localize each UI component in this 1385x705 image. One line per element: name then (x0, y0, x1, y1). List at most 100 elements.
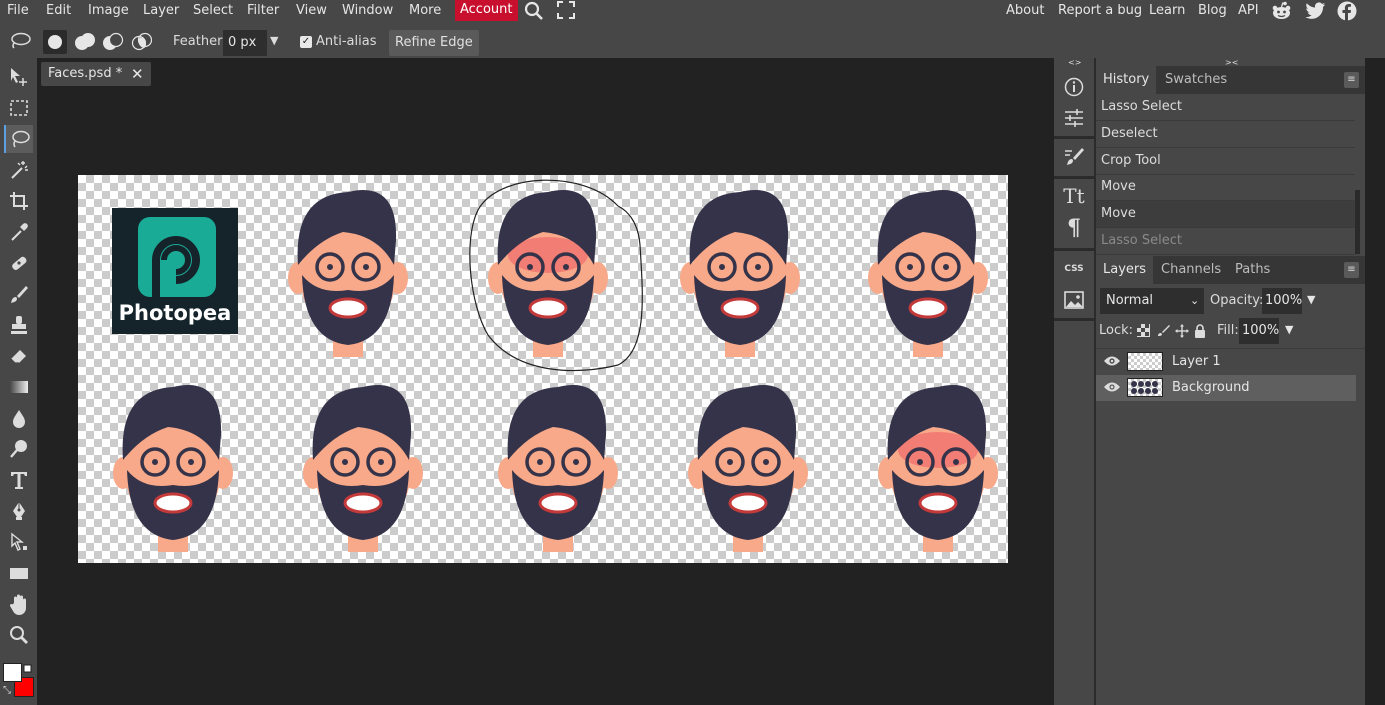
foreground-color-swatch[interactable] (3, 663, 22, 682)
twitter-icon[interactable] (1305, 2, 1326, 24)
tab-history[interactable]: History (1096, 66, 1157, 94)
history-menu-icon[interactable]: ≡ (1344, 72, 1359, 88)
menu-filter[interactable]: Filter (247, 2, 279, 19)
css-icon[interactable]: CSS (1063, 258, 1085, 280)
healing-brush-icon[interactable] (4, 249, 33, 277)
fullscreen-icon[interactable] (557, 1, 575, 23)
history-scrollbar[interactable] (1355, 190, 1360, 254)
blend-mode-select[interactable]: Normal (1100, 288, 1204, 314)
menu-more[interactable]: More (409, 2, 441, 19)
antialias-label[interactable]: Anti-alias (316, 34, 376, 49)
feather-dropdown-icon[interactable]: ▼ (270, 34, 278, 47)
tab-channels[interactable]: Channels (1154, 256, 1228, 284)
gradient-icon[interactable] (4, 373, 33, 401)
blur-icon[interactable] (4, 404, 33, 432)
history-item-label: Deselect (1101, 126, 1158, 141)
workspace-edge (1365, 58, 1385, 705)
menu-layer[interactable]: Layer (143, 2, 179, 19)
swap-colors-icon[interactable] (21, 664, 32, 674)
menu-bar: File Edit Image Layer Select Filter View… (0, 0, 1385, 22)
history-item[interactable]: Deselect (1096, 121, 1355, 148)
layers-tabs: Layers Channels Paths ≡ (1096, 256, 1365, 284)
tab-layers[interactable]: Layers (1096, 256, 1154, 284)
lock-label: Lock: (1099, 323, 1134, 338)
menu-select[interactable]: Select (193, 2, 233, 19)
history-item[interactable]: Move (1096, 174, 1355, 201)
subtract-selection-icon[interactable] (101, 32, 125, 56)
pen-tool-icon[interactable] (4, 497, 33, 525)
antialias-checkbox[interactable]: ✓ (300, 36, 312, 48)
add-selection-icon[interactable] (73, 32, 97, 56)
lock-all-icon[interactable] (1194, 324, 1206, 342)
menu-window[interactable]: Window (342, 2, 393, 19)
clone-stamp-icon[interactable] (4, 311, 33, 339)
brush-settings-icon[interactable] (1063, 146, 1085, 168)
blog-link[interactable]: Blog (1198, 2, 1227, 19)
history-item-future[interactable]: Lasso Select (1096, 228, 1355, 255)
eye-icon[interactable] (1103, 381, 1121, 397)
layers-menu-icon[interactable]: ≡ (1344, 262, 1359, 278)
history-item-label: Move (1101, 206, 1136, 221)
character-icon[interactable]: Tt (1063, 184, 1085, 208)
path-select-icon[interactable] (4, 528, 33, 556)
dodge-icon[interactable] (4, 435, 33, 463)
type-tool-icon[interactable] (4, 466, 33, 494)
brush-icon[interactable] (4, 280, 33, 308)
fill-input[interactable]: 100% (1239, 318, 1279, 344)
api-link[interactable]: API (1238, 2, 1259, 19)
options-bar: Feather: 0 px ▼ ✓ Anti-alias Refine Edge (0, 22, 1385, 58)
face-illustration (498, 385, 618, 552)
move-tool-icon[interactable] (4, 63, 33, 91)
feather-input[interactable]: 0 px (223, 30, 267, 56)
lock-pixels-icon[interactable] (1157, 324, 1170, 341)
menu-edit[interactable]: Edit (46, 2, 71, 19)
chevron-down-icon[interactable]: ⌄ (1190, 294, 1199, 307)
history-item[interactable]: Crop Tool (1096, 148, 1355, 175)
menu-image[interactable]: Image (88, 2, 129, 19)
about-link[interactable]: About (1006, 2, 1044, 19)
feather-label: Feather: (173, 34, 227, 49)
tab-paths[interactable]: Paths (1228, 256, 1277, 284)
history-item-selected[interactable]: Move (1096, 201, 1355, 228)
zoom-tool-icon[interactable] (4, 621, 33, 649)
eyedropper-icon[interactable] (4, 218, 33, 246)
fill-dropdown-icon[interactable]: ▼ (1285, 323, 1293, 336)
refine-edge-button[interactable]: Refine Edge (389, 30, 479, 56)
history-item[interactable]: Lasso Select (1096, 94, 1355, 121)
lock-transparency-icon[interactable] (1137, 324, 1150, 341)
eye-icon[interactable] (1103, 355, 1121, 371)
lasso-tool-icon[interactable] (4, 125, 33, 153)
paragraph-icon[interactable]: ¶ (1063, 215, 1085, 241)
face-illustration (868, 190, 988, 357)
marquee-tool-icon[interactable] (4, 94, 33, 122)
tab-swatches[interactable]: Swatches (1158, 66, 1234, 94)
adjustments-icon[interactable] (1063, 107, 1085, 129)
new-selection-icon[interactable] (43, 30, 67, 54)
lock-position-icon[interactable] (1175, 324, 1189, 342)
report-bug-link[interactable]: Report a bug (1058, 2, 1142, 19)
eraser-icon[interactable] (4, 342, 33, 370)
magic-wand-icon[interactable] (4, 156, 33, 184)
close-icon[interactable]: ✕ (131, 65, 144, 83)
document-tab[interactable]: Faces.psd * ✕ (41, 62, 151, 86)
layer-row[interactable]: Layer 1 (1096, 349, 1356, 375)
default-colors-icon[interactable]: ⤡ (3, 685, 11, 696)
panel-icon-column: <> Tt ¶ CSS (1054, 58, 1094, 705)
opacity-dropdown-icon[interactable]: ▼ (1307, 293, 1315, 306)
layer-row-selected[interactable]: Background (1096, 375, 1356, 401)
menu-view[interactable]: View (296, 2, 327, 19)
layer-name: Background (1172, 380, 1250, 395)
image-icon[interactable] (1063, 289, 1085, 311)
hand-tool-icon[interactable] (4, 590, 33, 618)
intersect-selection-icon[interactable] (130, 32, 154, 56)
learn-link[interactable]: Learn (1149, 2, 1185, 19)
face-illustration (688, 385, 808, 552)
opacity-input[interactable]: 100% (1262, 288, 1302, 314)
info-icon[interactable] (1063, 76, 1085, 98)
crop-tool-icon[interactable] (4, 187, 33, 215)
document-canvas[interactable]: Photopea (78, 175, 1008, 563)
lasso-icon[interactable] (9, 32, 31, 54)
account-button[interactable]: Account (455, 0, 518, 21)
shape-tool-icon[interactable] (4, 559, 33, 587)
menu-file[interactable]: File (7, 2, 29, 19)
